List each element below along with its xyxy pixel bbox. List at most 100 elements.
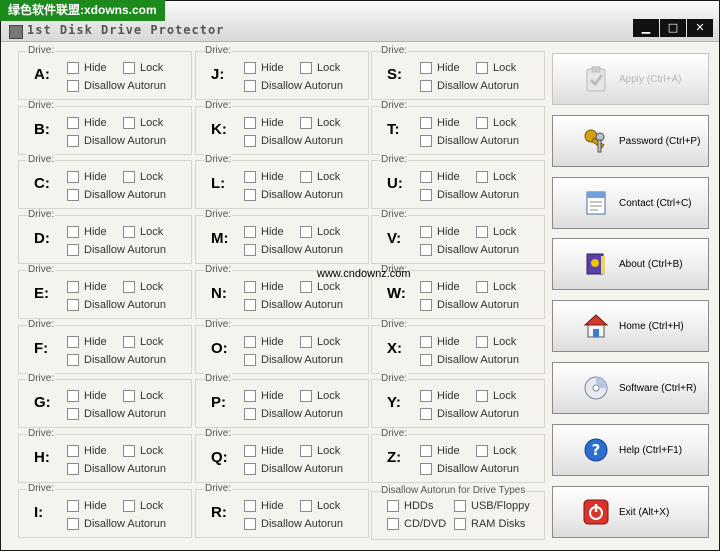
disallow-autorun-checkbox-box[interactable] — [67, 354, 79, 366]
disallow-autorun-checkbox-box[interactable] — [67, 189, 79, 201]
disallow-autorun-checkbox-box[interactable] — [67, 80, 79, 92]
disallow-autorun-checkbox[interactable]: Disallow Autorun — [244, 518, 343, 530]
hide-checkbox[interactable]: Hide — [244, 281, 284, 293]
disallow-autorun-checkbox[interactable]: Disallow Autorun — [244, 463, 343, 475]
lock-checkbox-box[interactable] — [123, 445, 135, 457]
hide-checkbox[interactable]: Hide — [244, 445, 284, 457]
hide-checkbox[interactable]: Hide — [67, 390, 107, 402]
hide-checkbox-box[interactable] — [420, 62, 432, 74]
lock-checkbox-box[interactable] — [300, 281, 312, 293]
hide-checkbox-box[interactable] — [244, 117, 256, 129]
help-button[interactable]: ? Help (Ctrl+F1) — [552, 424, 709, 476]
apply-button[interactable]: Apply (Ctrl+A) — [552, 53, 709, 105]
lock-checkbox[interactable]: Lock — [300, 117, 340, 129]
hide-checkbox[interactable]: Hide — [244, 336, 284, 348]
lock-checkbox-box[interactable] — [123, 281, 135, 293]
hide-checkbox-box[interactable] — [420, 390, 432, 402]
lock-checkbox[interactable]: Lock — [300, 336, 340, 348]
hide-checkbox[interactable]: Hide — [244, 226, 284, 238]
hide-checkbox-box[interactable] — [67, 62, 79, 74]
hide-checkbox-box[interactable] — [67, 445, 79, 457]
lock-checkbox[interactable]: Lock — [476, 390, 516, 402]
lock-checkbox-box[interactable] — [300, 226, 312, 238]
exit-button[interactable]: Exit (Alt+X) — [552, 486, 709, 538]
lock-checkbox-box[interactable] — [476, 62, 488, 74]
disallow-autorun-checkbox[interactable]: Disallow Autorun — [420, 463, 519, 475]
hdds-checkbox[interactable]: HDDs — [387, 500, 433, 512]
lock-checkbox-box[interactable] — [300, 445, 312, 457]
lock-checkbox-box[interactable] — [476, 445, 488, 457]
lock-checkbox-box[interactable] — [300, 117, 312, 129]
disallow-autorun-checkbox[interactable]: Disallow Autorun — [420, 135, 519, 147]
lock-checkbox-box[interactable] — [476, 281, 488, 293]
ram-disks-checkbox[interactable]: RAM Disks — [454, 518, 525, 530]
disallow-autorun-checkbox[interactable]: Disallow Autorun — [67, 354, 166, 366]
contact-button[interactable]: Contact (Ctrl+C) — [552, 177, 709, 229]
hide-checkbox[interactable]: Hide — [420, 117, 460, 129]
hide-checkbox-box[interactable] — [67, 117, 79, 129]
disallow-autorun-checkbox[interactable]: Disallow Autorun — [67, 135, 166, 147]
disallow-autorun-checkbox-box[interactable] — [420, 354, 432, 366]
about-button[interactable]: About (Ctrl+B) — [552, 238, 709, 290]
minimize-button[interactable]: ▁ — [633, 19, 659, 37]
hide-checkbox[interactable]: Hide — [244, 500, 284, 512]
home-button[interactable]: Home (Ctrl+H) — [552, 300, 709, 352]
lock-checkbox-box[interactable] — [123, 117, 135, 129]
lock-checkbox-box[interactable] — [300, 171, 312, 183]
disallow-autorun-checkbox[interactable]: Disallow Autorun — [244, 408, 343, 420]
hide-checkbox[interactable]: Hide — [67, 171, 107, 183]
hide-checkbox[interactable]: Hide — [420, 62, 460, 74]
hide-checkbox[interactable]: Hide — [67, 500, 107, 512]
disallow-autorun-checkbox[interactable]: Disallow Autorun — [244, 135, 343, 147]
hide-checkbox-box[interactable] — [244, 171, 256, 183]
lock-checkbox-box[interactable] — [123, 500, 135, 512]
hide-checkbox-box[interactable] — [67, 500, 79, 512]
hide-checkbox-box[interactable] — [420, 445, 432, 457]
hide-checkbox-box[interactable] — [244, 281, 256, 293]
disallow-autorun-checkbox-box[interactable] — [420, 244, 432, 256]
hdds-checkbox-box[interactable] — [387, 500, 399, 512]
cd-dvd-checkbox[interactable]: CD/DVD — [387, 518, 446, 530]
lock-checkbox-box[interactable] — [123, 336, 135, 348]
usb-floppy-checkbox-box[interactable] — [454, 500, 466, 512]
disallow-autorun-checkbox[interactable]: Disallow Autorun — [420, 189, 519, 201]
hide-checkbox[interactable]: Hide — [67, 445, 107, 457]
lock-checkbox[interactable]: Lock — [476, 336, 516, 348]
ram-disks-checkbox-box[interactable] — [454, 518, 466, 530]
lock-checkbox[interactable]: Lock — [476, 445, 516, 457]
lock-checkbox-box[interactable] — [300, 336, 312, 348]
lock-checkbox[interactable]: Lock — [300, 62, 340, 74]
disallow-autorun-checkbox[interactable]: Disallow Autorun — [420, 80, 519, 92]
hide-checkbox-box[interactable] — [420, 281, 432, 293]
maximize-button[interactable]: □ — [660, 19, 686, 37]
disallow-autorun-checkbox-box[interactable] — [67, 244, 79, 256]
hide-checkbox[interactable]: Hide — [67, 336, 107, 348]
lock-checkbox[interactable]: Lock — [123, 62, 163, 74]
lock-checkbox[interactable]: Lock — [300, 390, 340, 402]
hide-checkbox-box[interactable] — [67, 226, 79, 238]
lock-checkbox[interactable]: Lock — [476, 171, 516, 183]
lock-checkbox-box[interactable] — [123, 171, 135, 183]
hide-checkbox[interactable]: Hide — [244, 171, 284, 183]
hide-checkbox[interactable]: Hide — [244, 390, 284, 402]
disallow-autorun-checkbox-box[interactable] — [244, 189, 256, 201]
hide-checkbox[interactable]: Hide — [67, 226, 107, 238]
disallow-autorun-checkbox[interactable]: Disallow Autorun — [67, 518, 166, 530]
lock-checkbox[interactable]: Lock — [123, 336, 163, 348]
hide-checkbox[interactable]: Hide — [67, 281, 107, 293]
hide-checkbox-box[interactable] — [420, 336, 432, 348]
software-button[interactable]: Software (Ctrl+R) — [552, 362, 709, 414]
hide-checkbox-box[interactable] — [67, 171, 79, 183]
lock-checkbox-box[interactable] — [123, 226, 135, 238]
disallow-autorun-checkbox-box[interactable] — [420, 80, 432, 92]
disallow-autorun-checkbox[interactable]: Disallow Autorun — [244, 299, 343, 311]
lock-checkbox[interactable]: Lock — [123, 226, 163, 238]
disallow-autorun-checkbox-box[interactable] — [420, 299, 432, 311]
hide-checkbox[interactable]: Hide — [67, 62, 107, 74]
hide-checkbox[interactable]: Hide — [420, 171, 460, 183]
disallow-autorun-checkbox-box[interactable] — [67, 463, 79, 475]
disallow-autorun-checkbox[interactable]: Disallow Autorun — [420, 408, 519, 420]
disallow-autorun-checkbox[interactable]: Disallow Autorun — [67, 408, 166, 420]
lock-checkbox[interactable]: Lock — [300, 500, 340, 512]
lock-checkbox-box[interactable] — [300, 62, 312, 74]
